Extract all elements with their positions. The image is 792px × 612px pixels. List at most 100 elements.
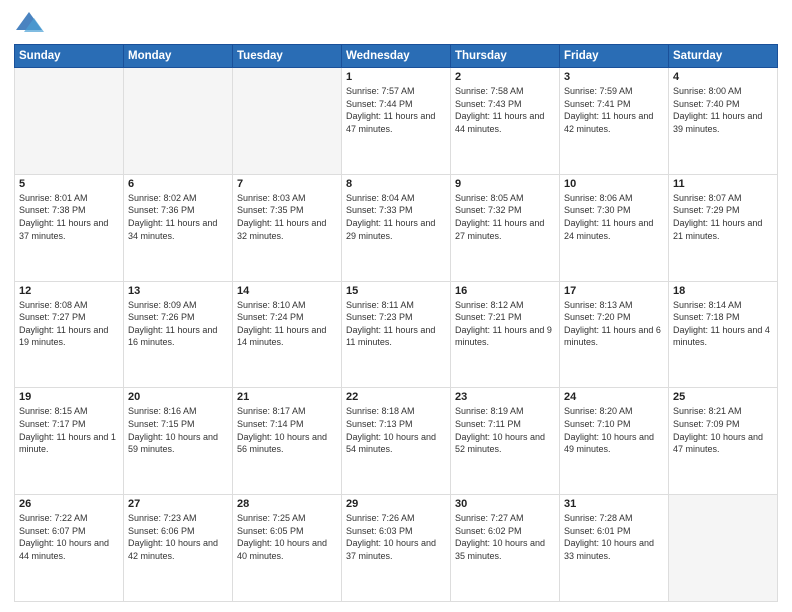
day-cell: 11 Sunrise: 8:07 AM Sunset: 7:29 PM Dayli…	[669, 174, 778, 281]
day-cell: 31Sunrise: 7:28 AM Sunset: 6:01 PM Dayli…	[560, 495, 669, 602]
day-info: Sunrise: 8:13 AM Sunset: 7:20 PM Dayligh…	[564, 299, 664, 349]
day-info: Sunrise: 7:28 AM Sunset: 6:01 PM Dayligh…	[564, 512, 664, 562]
page: SundayMondayTuesdayWednesdayThursdayFrid…	[0, 0, 792, 612]
day-number: 18	[673, 285, 773, 297]
day-info: Sunrise: 8:05 AM Sunset: 7:32 PM Dayligh…	[455, 192, 555, 242]
day-info: Sunrise: 7:26 AM Sunset: 6:03 PM Dayligh…	[346, 512, 446, 562]
day-info: Sunrise: 8:16 AM Sunset: 7:15 PM Dayligh…	[128, 405, 228, 455]
day-number: 19	[19, 391, 119, 403]
day-number: 30	[455, 498, 555, 510]
week-row-2: 5 Sunrise: 8:01 AM Sunset: 7:38 PM Daylig…	[15, 174, 778, 281]
day-info: Sunrise: 8:11 AM Sunset: 7:23 PM Dayligh…	[346, 299, 446, 349]
day-cell: 29Sunrise: 7:26 AM Sunset: 6:03 PM Dayli…	[342, 495, 451, 602]
day-cell	[669, 495, 778, 602]
calendar-table: SundayMondayTuesdayWednesdayThursdayFrid…	[14, 44, 778, 602]
day-number: 5	[19, 178, 119, 190]
day-cell: 21 Sunrise: 8:17 AM Sunset: 7:14 PM Dayli…	[233, 388, 342, 495]
day-cell: 12 Sunrise: 8:08 AM Sunset: 7:27 PM Dayli…	[15, 281, 124, 388]
day-cell: 5 Sunrise: 8:01 AM Sunset: 7:38 PM Daylig…	[15, 174, 124, 281]
day-number: 7	[237, 178, 337, 190]
weekday-header-friday: Friday	[560, 45, 669, 68]
day-number: 13	[128, 285, 228, 297]
day-info: Sunrise: 8:17 AM Sunset: 7:14 PM Dayligh…	[237, 405, 337, 455]
week-row-4: 19 Sunrise: 8:15 AM Sunset: 7:17 PM Dayli…	[15, 388, 778, 495]
day-info: Sunrise: 8:15 AM Sunset: 7:17 PM Dayligh…	[19, 405, 119, 455]
day-number: 9	[455, 178, 555, 190]
day-number: 20	[128, 391, 228, 403]
day-info: Sunrise: 7:27 AM Sunset: 6:02 PM Dayligh…	[455, 512, 555, 562]
day-cell: 8 Sunrise: 8:04 AM Sunset: 7:33 PM Daylig…	[342, 174, 451, 281]
day-cell: 20 Sunrise: 8:16 AM Sunset: 7:15 PM Dayli…	[124, 388, 233, 495]
logo	[14, 10, 48, 38]
day-cell: 3 Sunrise: 7:59 AM Sunset: 7:41 PM Daylig…	[560, 68, 669, 175]
day-number: 22	[346, 391, 446, 403]
day-info: Sunrise: 8:12 AM Sunset: 7:21 PM Dayligh…	[455, 299, 555, 349]
day-cell: 19 Sunrise: 8:15 AM Sunset: 7:17 PM Dayli…	[15, 388, 124, 495]
day-info: Sunrise: 8:07 AM Sunset: 7:29 PM Dayligh…	[673, 192, 773, 242]
day-cell: 23 Sunrise: 8:19 AM Sunset: 7:11 PM Dayli…	[451, 388, 560, 495]
week-row-1: 1 Sunrise: 7:57 AM Sunset: 7:44 PM Daylig…	[15, 68, 778, 175]
day-number: 1	[346, 71, 446, 83]
day-number: 21	[237, 391, 337, 403]
weekday-header-sunday: Sunday	[15, 45, 124, 68]
day-cell: 10Sunrise: 8:06 AM Sunset: 7:30 PM Dayli…	[560, 174, 669, 281]
day-number: 27	[128, 498, 228, 510]
day-info: Sunrise: 7:23 AM Sunset: 6:06 PM Dayligh…	[128, 512, 228, 562]
day-number: 2	[455, 71, 555, 83]
day-cell: 27 Sunrise: 7:23 AM Sunset: 6:06 PM Dayli…	[124, 495, 233, 602]
day-number: 16	[455, 285, 555, 297]
day-number: 14	[237, 285, 337, 297]
day-cell: 2 Sunrise: 7:58 AM Sunset: 7:43 PM Daylig…	[451, 68, 560, 175]
day-number: 23	[455, 391, 555, 403]
weekday-header-tuesday: Tuesday	[233, 45, 342, 68]
day-cell: 28Sunrise: 7:25 AM Sunset: 6:05 PM Dayli…	[233, 495, 342, 602]
day-number: 11	[673, 178, 773, 190]
day-cell: 1 Sunrise: 7:57 AM Sunset: 7:44 PM Daylig…	[342, 68, 451, 175]
day-cell	[15, 68, 124, 175]
day-cell: 24Sunrise: 8:20 AM Sunset: 7:10 PM Dayli…	[560, 388, 669, 495]
day-info: Sunrise: 7:22 AM Sunset: 6:07 PM Dayligh…	[19, 512, 119, 562]
weekday-header-row: SundayMondayTuesdayWednesdayThursdayFrid…	[15, 45, 778, 68]
day-info: Sunrise: 8:14 AM Sunset: 7:18 PM Dayligh…	[673, 299, 773, 349]
day-cell: 14 Sunrise: 8:10 AM Sunset: 7:24 PM Dayli…	[233, 281, 342, 388]
weekday-header-wednesday: Wednesday	[342, 45, 451, 68]
week-row-5: 26 Sunrise: 7:22 AM Sunset: 6:07 PM Dayli…	[15, 495, 778, 602]
day-number: 24	[564, 391, 664, 403]
day-cell: 6Sunrise: 8:02 AM Sunset: 7:36 PM Daylig…	[124, 174, 233, 281]
weekday-header-saturday: Saturday	[669, 45, 778, 68]
day-cell: 9 Sunrise: 8:05 AM Sunset: 7:32 PM Daylig…	[451, 174, 560, 281]
day-cell: 30 Sunrise: 7:27 AM Sunset: 6:02 PM Dayli…	[451, 495, 560, 602]
day-number: 4	[673, 71, 773, 83]
day-info: Sunrise: 7:58 AM Sunset: 7:43 PM Dayligh…	[455, 85, 555, 135]
day-cell: 16 Sunrise: 8:12 AM Sunset: 7:21 PM Dayli…	[451, 281, 560, 388]
day-number: 12	[19, 285, 119, 297]
day-info: Sunrise: 8:01 AM Sunset: 7:38 PM Dayligh…	[19, 192, 119, 242]
day-cell: 4 Sunrise: 8:00 AM Sunset: 7:40 PM Daylig…	[669, 68, 778, 175]
day-cell: 17Sunrise: 8:13 AM Sunset: 7:20 PM Dayli…	[560, 281, 669, 388]
day-info: Sunrise: 8:08 AM Sunset: 7:27 PM Dayligh…	[19, 299, 119, 349]
day-info: Sunrise: 7:57 AM Sunset: 7:44 PM Dayligh…	[346, 85, 446, 135]
day-info: Sunrise: 7:59 AM Sunset: 7:41 PM Dayligh…	[564, 85, 664, 135]
day-info: Sunrise: 8:21 AM Sunset: 7:09 PM Dayligh…	[673, 405, 773, 455]
day-info: Sunrise: 8:10 AM Sunset: 7:24 PM Dayligh…	[237, 299, 337, 349]
day-number: 6	[128, 178, 228, 190]
day-number: 3	[564, 71, 664, 83]
day-cell	[233, 68, 342, 175]
week-row-3: 12 Sunrise: 8:08 AM Sunset: 7:27 PM Dayli…	[15, 281, 778, 388]
day-number: 26	[19, 498, 119, 510]
day-cell: 22 Sunrise: 8:18 AM Sunset: 7:13 PM Dayli…	[342, 388, 451, 495]
day-info: Sunrise: 8:04 AM Sunset: 7:33 PM Dayligh…	[346, 192, 446, 242]
day-info: Sunrise: 8:00 AM Sunset: 7:40 PM Dayligh…	[673, 85, 773, 135]
weekday-header-thursday: Thursday	[451, 45, 560, 68]
day-number: 28	[237, 498, 337, 510]
day-cell: 15Sunrise: 8:11 AM Sunset: 7:23 PM Dayli…	[342, 281, 451, 388]
day-info: Sunrise: 8:03 AM Sunset: 7:35 PM Dayligh…	[237, 192, 337, 242]
day-info: Sunrise: 8:09 AM Sunset: 7:26 PM Dayligh…	[128, 299, 228, 349]
day-cell: 26 Sunrise: 7:22 AM Sunset: 6:07 PM Dayli…	[15, 495, 124, 602]
day-info: Sunrise: 8:19 AM Sunset: 7:11 PM Dayligh…	[455, 405, 555, 455]
day-info: Sunrise: 8:18 AM Sunset: 7:13 PM Dayligh…	[346, 405, 446, 455]
day-number: 25	[673, 391, 773, 403]
day-info: Sunrise: 8:06 AM Sunset: 7:30 PM Dayligh…	[564, 192, 664, 242]
day-cell	[124, 68, 233, 175]
day-number: 8	[346, 178, 446, 190]
